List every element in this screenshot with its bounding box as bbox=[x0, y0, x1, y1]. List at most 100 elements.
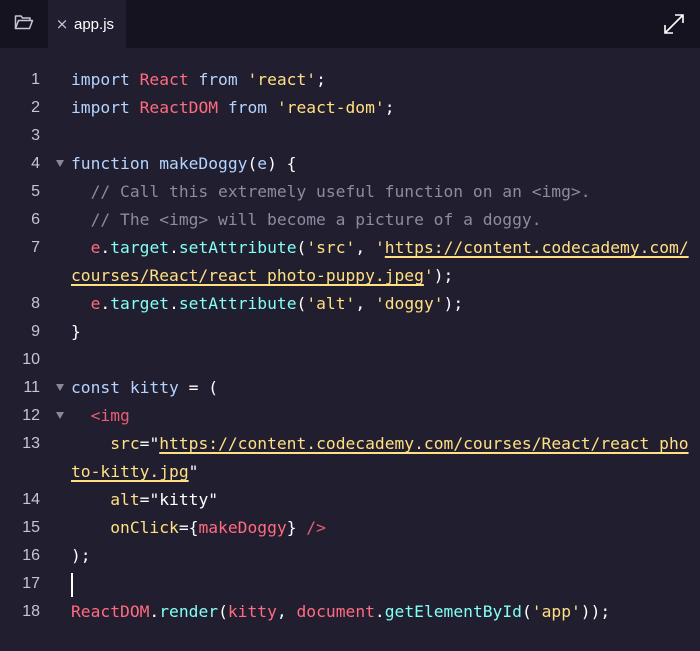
code-token: ' bbox=[423, 266, 434, 285]
code-token: // The <img> will become a picture of a … bbox=[71, 210, 542, 229]
code-line[interactable]: 16); bbox=[0, 542, 700, 570]
code-line[interactable]: 1 import React from 'react'; bbox=[0, 66, 700, 94]
line-number: 10 bbox=[22, 351, 40, 368]
code-token: onClick bbox=[71, 518, 179, 537]
code-token: )); bbox=[580, 602, 611, 621]
close-tab-icon[interactable]: × bbox=[55, 15, 69, 33]
code-line[interactable]: 18 ReactDOM.render(kitty, document.getEle… bbox=[0, 598, 700, 626]
code-line[interactable]: 6 // The <img> will become a picture of … bbox=[0, 206, 700, 234]
code-token: ; bbox=[384, 98, 395, 117]
code-token: ( bbox=[296, 294, 307, 313]
line-number: 3 bbox=[31, 127, 40, 144]
code-line[interactable]: 4 function makeDoggy(e) { bbox=[0, 150, 700, 178]
code-token: 'react' bbox=[247, 70, 317, 89]
code-token: . bbox=[169, 238, 179, 257]
code-token: ( bbox=[218, 602, 228, 621]
code-line-content: // Call this extremely useful function o… bbox=[71, 178, 693, 206]
code-token: // Call this extremely useful function o… bbox=[71, 182, 591, 201]
fold-arrow-icon[interactable] bbox=[56, 384, 64, 391]
code-token: . bbox=[149, 602, 160, 621]
code-token: , bbox=[276, 602, 297, 621]
code-line-content: ReactDOM.render(kitty, document.getEleme… bbox=[71, 598, 693, 626]
code-token: ="kitty" bbox=[139, 490, 219, 509]
code-token: import bbox=[71, 70, 140, 89]
code-editor[interactable]: 1 import React from 'react'; 2 import React… bbox=[0, 66, 700, 626]
tab-app-js[interactable]: × app.js bbox=[48, 0, 126, 48]
code-token: document bbox=[296, 602, 375, 621]
editor-tab-bar: × app.js bbox=[0, 0, 700, 48]
code-line-content bbox=[71, 122, 693, 150]
text-cursor bbox=[71, 572, 73, 597]
code-token: target bbox=[110, 294, 170, 313]
folder-button[interactable] bbox=[0, 0, 48, 48]
code-line[interactable]: 8 e.target.setAttribute('alt', 'doggy'); bbox=[0, 290, 700, 318]
code-line[interactable]: 12 <img bbox=[0, 402, 700, 430]
code-line-content: src="https://content.codecademy.com/cour… bbox=[71, 430, 693, 486]
line-number: 15 bbox=[22, 519, 40, 536]
tab-filename: app.js bbox=[74, 15, 115, 33]
code-line[interactable]: 10 bbox=[0, 346, 700, 374]
code-token: React bbox=[139, 70, 189, 89]
code-line-content: alt="kitty" bbox=[71, 486, 693, 514]
code-line[interactable]: 2 import ReactDOM from 'react-dom'; bbox=[0, 94, 700, 122]
code-token: ); bbox=[433, 266, 454, 285]
code-line-content bbox=[71, 570, 693, 598]
line-number: 13 bbox=[22, 435, 40, 452]
code-token: kitty bbox=[227, 602, 277, 621]
code-token: ={ bbox=[178, 518, 199, 537]
line-number: 17 bbox=[22, 575, 40, 592]
code-token: makeDoggy bbox=[198, 518, 287, 537]
line-number: 14 bbox=[22, 491, 40, 508]
code-line[interactable]: 17 bbox=[0, 570, 700, 598]
line-number: 4 bbox=[31, 155, 40, 172]
code-token: . bbox=[100, 294, 111, 313]
code-line[interactable]: 3 bbox=[0, 122, 700, 150]
code-token: const kitty bbox=[71, 378, 189, 397]
code-line[interactable]: 9} bbox=[0, 318, 700, 346]
code-token: , bbox=[355, 238, 375, 257]
code-token: ' bbox=[374, 238, 385, 257]
code-token: ); bbox=[71, 546, 91, 565]
code-token: target bbox=[110, 238, 170, 257]
code-token: 'react-dom' bbox=[276, 98, 385, 117]
line-number: 1 bbox=[31, 71, 40, 88]
code-line-content: function makeDoggy(e) { bbox=[71, 150, 693, 178]
code-token: src bbox=[71, 434, 140, 453]
code-token: , bbox=[355, 294, 375, 313]
code-token: . bbox=[169, 294, 179, 313]
code-token: =" bbox=[139, 434, 160, 453]
code-token: ( bbox=[296, 238, 307, 257]
code-line[interactable]: 15 onClick={makeDoggy} /> bbox=[0, 514, 700, 542]
expand-button[interactable] bbox=[662, 12, 686, 36]
code-token: render bbox=[159, 602, 219, 621]
code-url-link[interactable]: https://content.codecademy.com/courses/R… bbox=[71, 434, 689, 481]
line-number: 9 bbox=[31, 323, 40, 340]
code-token: ); bbox=[443, 294, 464, 313]
line-number: 2 bbox=[31, 99, 40, 116]
code-line-content: import React from 'react'; bbox=[71, 66, 693, 94]
fold-arrow-icon[interactable] bbox=[56, 160, 64, 167]
code-token: setAttribute bbox=[178, 238, 297, 257]
code-line-content: } bbox=[71, 318, 693, 346]
code-token: e bbox=[257, 154, 268, 173]
code-line-content: import ReactDOM from 'react-dom'; bbox=[71, 94, 693, 122]
code-token: 'alt' bbox=[306, 294, 356, 313]
code-line[interactable]: 5 // Call this extremely useful function… bbox=[0, 178, 700, 206]
code-token: } bbox=[71, 322, 81, 341]
code-line[interactable]: 11 const kitty = ( bbox=[0, 374, 700, 402]
code-token: . bbox=[100, 238, 111, 257]
line-number: 6 bbox=[31, 211, 40, 228]
code-token: 'app' bbox=[531, 602, 581, 621]
fold-arrow-icon[interactable] bbox=[56, 412, 64, 419]
code-line[interactable]: 7 e.target.setAttribute('src', 'https://… bbox=[0, 234, 700, 290]
code-line-content: // The <img> will become a picture of a … bbox=[71, 206, 693, 234]
code-token: ReactDOM bbox=[139, 98, 219, 117]
code-line-content: <img bbox=[71, 402, 693, 430]
code-line[interactable]: 14 alt="kitty" bbox=[0, 486, 700, 514]
code-line[interactable]: 13 src="https://content.codecademy.com/c… bbox=[0, 430, 700, 486]
line-number: 5 bbox=[31, 183, 40, 200]
code-token: alt bbox=[71, 490, 140, 509]
code-token: ) { bbox=[267, 154, 297, 173]
code-line-content: e.target.setAttribute('src', 'https://co… bbox=[71, 234, 693, 290]
code-line-content: ); bbox=[71, 542, 693, 570]
